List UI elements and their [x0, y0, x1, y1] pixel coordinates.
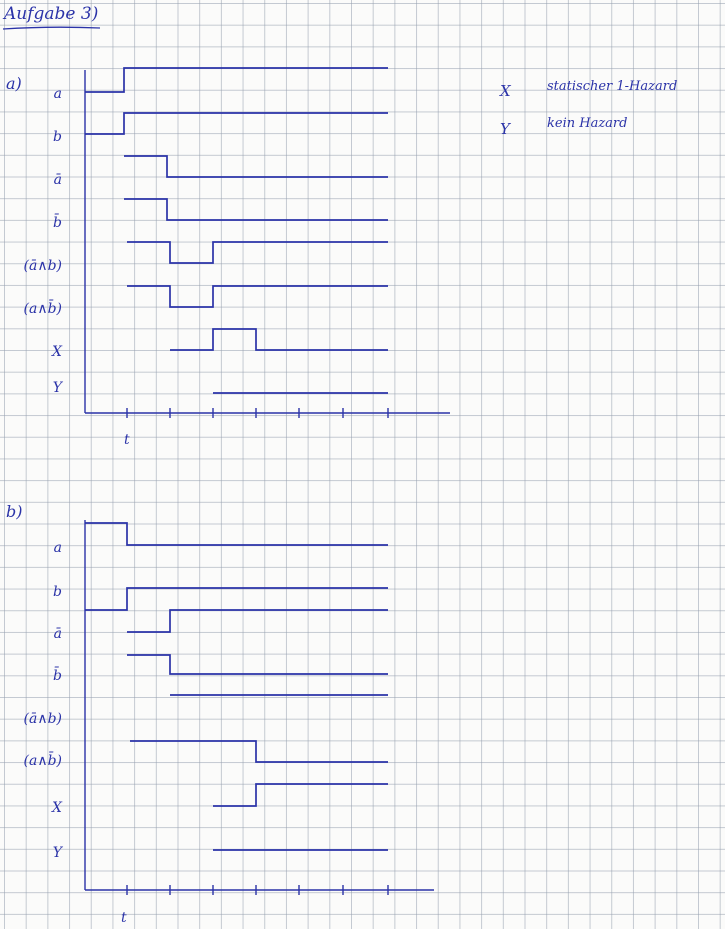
part-b-signal-trace [85, 522, 388, 546]
part-a-signal-trace [127, 241, 388, 264]
part-b-signal-trace [130, 740, 388, 763]
part-a-signal-trace [124, 155, 388, 178]
part-a-signal-trace [170, 328, 388, 351]
part-b-signal-trace [85, 587, 388, 611]
part-a-signal-trace [124, 198, 388, 221]
worksheet-page: { "ink_color": "#2b33a8", "title": "Aufg… [0, 0, 725, 929]
part-b-signal-trace [127, 654, 388, 675]
part-a-signal-trace [85, 67, 388, 93]
part-b-signal-trace [213, 783, 388, 807]
part-b-signal-trace [127, 609, 388, 633]
part-a-signal-trace [85, 112, 388, 135]
part-a-signal-trace [127, 285, 388, 308]
timing-diagrams [84, 67, 450, 895]
